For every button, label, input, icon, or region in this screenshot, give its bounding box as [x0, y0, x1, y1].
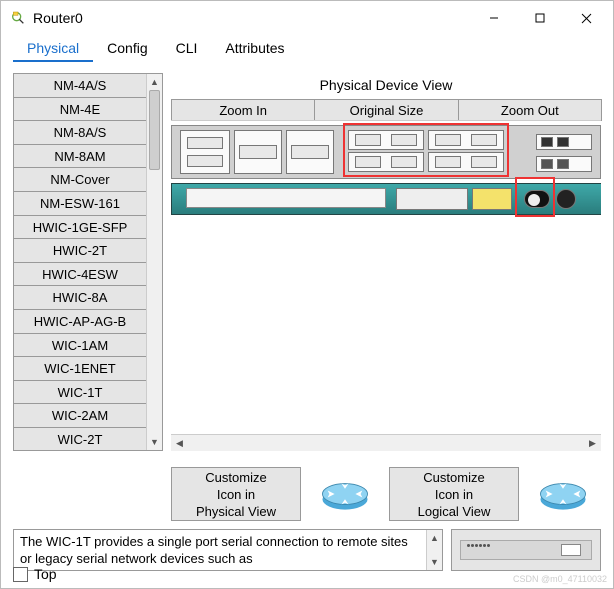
zoom-original-button[interactable]: Original Size — [314, 99, 458, 121]
module-item[interactable]: HWIC-2T — [14, 239, 146, 263]
module-item[interactable]: NM-ESW-161 — [14, 192, 146, 216]
zoom-controls: Zoom In Original Size Zoom Out — [171, 99, 601, 121]
customize-label: Logical View — [418, 504, 491, 519]
close-button[interactable] — [563, 3, 609, 33]
footer: Top — [13, 566, 57, 582]
scroll-thumb[interactable] — [149, 90, 160, 170]
tab-config[interactable]: Config — [93, 35, 161, 62]
device-viewport[interactable] — [171, 121, 601, 353]
highlight-power — [515, 177, 555, 217]
customize-label: Physical View — [196, 504, 276, 519]
module-item[interactable]: WIC-1ENET — [14, 357, 146, 381]
zoom-out-button[interactable]: Zoom Out — [458, 99, 602, 121]
scroll-up-icon[interactable]: ▲ — [427, 530, 442, 546]
minimize-button[interactable] — [471, 3, 517, 33]
module-item[interactable]: HWIC-8A — [14, 286, 146, 310]
module-item[interactable]: WIC-2T — [14, 428, 146, 450]
tab-physical[interactable]: Physical — [13, 35, 93, 62]
module-item[interactable]: WIC-1T — [14, 381, 146, 405]
watermark: CSDN @m0_47110032 — [513, 574, 607, 584]
tab-bar: Physical Config CLI Attributes — [1, 35, 613, 63]
main-area: NM-4A/S NM-4E NM-8A/S NM-8AM NM-Cover NM… — [1, 63, 613, 455]
modules-list[interactable]: NM-4A/S NM-4E NM-8A/S NM-8AM NM-Cover NM… — [14, 74, 146, 450]
module-item[interactable]: NM-Cover — [14, 168, 146, 192]
scroll-up-icon[interactable]: ▲ — [147, 74, 162, 90]
app-icon — [9, 9, 27, 27]
module-description: The WIC-1T provides a single port serial… — [13, 529, 443, 571]
module-item[interactable]: NM-4E — [14, 98, 146, 122]
modules-scrollbar[interactable]: ▲ ▼ — [146, 74, 162, 450]
window-title: Router0 — [33, 10, 471, 26]
description-row: The WIC-1T provides a single port serial… — [13, 529, 601, 571]
customize-label: Icon in — [217, 487, 255, 502]
device-viewport-container: ◀ ▶ — [171, 120, 601, 451]
router-icon — [319, 468, 371, 520]
highlight-slots — [343, 123, 509, 177]
description-text[interactable]: The WIC-1T provides a single port serial… — [14, 530, 426, 570]
scroll-right-icon[interactable]: ▶ — [584, 435, 601, 452]
tab-attributes[interactable]: Attributes — [211, 35, 298, 62]
module-item[interactable]: HWIC-AP-AG-B — [14, 310, 146, 334]
scroll-track[interactable] — [188, 435, 584, 451]
device-config-window: Router0 Physical Config CLI Attributes N… — [0, 0, 614, 589]
top-checkbox[interactable] — [13, 567, 28, 582]
module-item[interactable]: HWIC-1GE-SFP — [14, 216, 146, 240]
scroll-down-icon[interactable]: ▼ — [147, 434, 162, 450]
physical-view-pane: Physical Device View Zoom In Original Si… — [171, 73, 601, 451]
module-item[interactable]: NM-4A/S — [14, 74, 146, 98]
scroll-left-icon[interactable]: ◀ — [171, 435, 188, 452]
scroll-down-icon[interactable]: ▼ — [427, 554, 442, 570]
chassis-label-panel — [186, 188, 386, 208]
tab-cli[interactable]: CLI — [162, 35, 212, 62]
customize-label: Icon in — [435, 487, 473, 502]
titlebar: Router0 — [1, 1, 613, 35]
customize-logical-button[interactable]: Customize Icon in Logical View — [389, 467, 519, 521]
module-item[interactable]: WIC-2AM — [14, 404, 146, 428]
device-h-scrollbar[interactable]: ◀ ▶ — [171, 434, 601, 451]
port-dots-icon — [467, 544, 490, 547]
serial-port-icon — [561, 544, 581, 556]
router-icon — [537, 468, 589, 520]
window-controls — [471, 3, 609, 33]
modules-panel: NM-4A/S NM-4E NM-8A/S NM-8AM NM-Cover NM… — [13, 73, 163, 451]
maximize-button[interactable] — [517, 3, 563, 33]
module-item[interactable]: NM-8A/S — [14, 121, 146, 145]
customize-label: Customize — [423, 470, 484, 485]
view-title: Physical Device View — [171, 77, 601, 93]
top-label: Top — [34, 566, 57, 582]
customize-row: Customize Icon in Physical View Customiz… — [1, 467, 613, 521]
module-item[interactable]: WIC-1AM — [14, 334, 146, 358]
customize-physical-button[interactable]: Customize Icon in Physical View — [171, 467, 301, 521]
module-preview[interactable] — [451, 529, 601, 571]
description-scrollbar[interactable]: ▲ ▼ — [426, 530, 442, 570]
zoom-in-button[interactable]: Zoom In — [171, 99, 315, 121]
customize-label: Customize — [205, 470, 266, 485]
module-item[interactable]: NM-8AM — [14, 145, 146, 169]
module-item[interactable]: HWIC-4ESW — [14, 263, 146, 287]
